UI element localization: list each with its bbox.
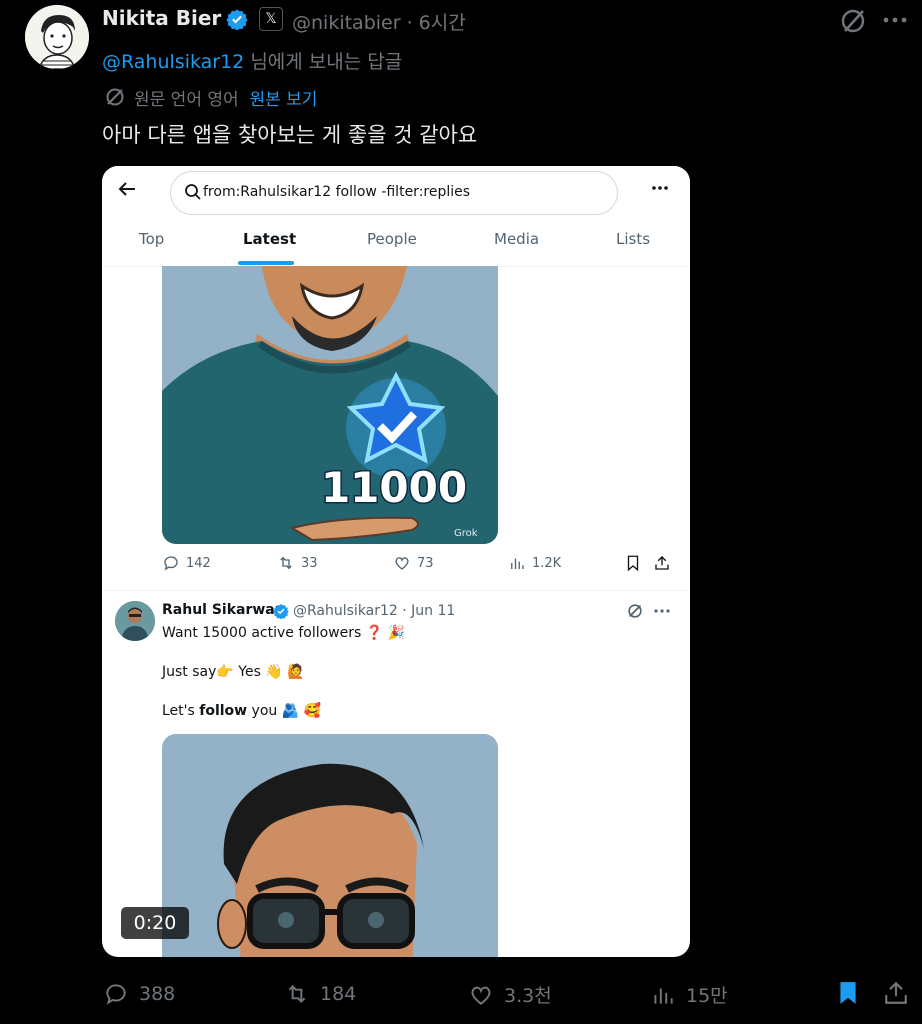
share-icon[interactable] [883,980,909,1006]
reply-video[interactable] [162,734,498,957]
show-original-link[interactable]: 원본 보기 [249,90,317,110]
translation-bar: 원문 언어 영어 원본 보기 [134,85,317,110]
more-icon[interactable] [650,178,670,198]
views-button[interactable]: 15만 [650,981,728,1008]
share-icon[interactable] [653,554,671,572]
views-icon [654,988,673,1004]
badge-number: 11000 [321,463,467,512]
verified-icon [226,9,248,30]
views-icon [511,558,524,569]
grok-icon[interactable] [626,602,644,620]
reply-text-line-2: Just say👉 Yes 👋 🙋 [162,664,305,680]
reply-icon [164,556,178,571]
tab-latest[interactable]: Latest [243,230,296,248]
inner-views-button[interactable]: 1.2K [508,554,561,572]
author-name[interactable]: Nikita Bier [102,6,221,30]
reply-icon [106,984,126,1005]
like-button[interactable]: 3.3천 [468,981,552,1008]
grok-translate-icon [106,88,124,106]
more-icon[interactable] [880,8,910,32]
replying-suffix: 님에게 보내는 답글 [244,51,403,73]
line3-bold: follow [199,703,248,719]
media-card[interactable]: from:Rahulsikar12 follow -filter:replies… [102,166,690,957]
line3-suffix: you 🫂 🥰 [247,703,322,719]
verified-icon [273,604,289,619]
search-input[interactable]: from:Rahulsikar12 follow -filter:replies [170,171,618,215]
repost-count: 184 [320,983,357,1005]
like-icon [395,557,409,570]
tab-top[interactable]: Top [139,230,164,248]
grok-icon[interactable] [838,6,868,36]
author-handle-time[interactable]: @nikitabier · 6시간 [292,8,466,35]
reply-button[interactable]: 388 [103,981,175,1007]
bookmark-icon[interactable] [624,554,642,572]
reply-count: 388 [139,983,176,1005]
translation-note: 원문 언어 영어 [134,90,239,110]
search-query: from:Rahulsikar12 follow -filter:replies [203,184,471,200]
video-timestamp: 0:20 [121,907,189,939]
author-avatar[interactable] [25,5,89,69]
more-icon[interactable] [652,602,672,620]
inner-like-button[interactable]: 73 [393,554,434,572]
inner-repost-count: 33 [301,555,318,571]
reply-author-name[interactable]: Rahul Sikarwar [162,602,282,618]
tab-people[interactable]: People [367,230,417,248]
inner-reply-button[interactable]: 142 [162,554,211,572]
reply-author-handle-date[interactable]: @Rahulsikar12 · Jun 11 [293,603,455,619]
repost-icon [288,985,306,1003]
search-header: from:Rahulsikar12 follow -filter:replies… [102,166,690,267]
mention-link[interactable]: @Rahulsikar12 [102,51,244,73]
reply-text-line-1: Want 15000 active followers ❓ 🎉 [162,625,406,641]
inner-reply-count: 142 [186,555,211,571]
bookmark-icon[interactable] [835,980,861,1006]
reply-author-avatar[interactable] [115,601,155,641]
tab-lists[interactable]: Lists [616,230,650,248]
like-count: 3.3천 [504,985,552,1007]
inner-repost-button[interactable]: 33 [277,554,318,572]
search-icon [185,184,201,200]
inner-like-count: 73 [417,555,434,571]
replying-to: @Rahulsikar12 님에게 보내는 답글 [102,47,402,74]
repost-button[interactable]: 184 [284,981,356,1007]
tab-media[interactable]: Media [494,230,539,248]
reply-text-line-3: Let's follow you 🫂 🥰 [162,703,321,719]
line3-prefix: Let's [162,703,200,719]
tweet-text: 아마 다른 앱을 찾아보는 게 좋을 것 같아요 [102,123,478,147]
views-count: 15만 [686,985,728,1007]
like-icon [471,986,491,1005]
x-affiliate-badge[interactable]: 𝕏 [259,7,283,31]
grok-watermark: Grok [454,528,478,539]
back-icon[interactable] [116,178,138,200]
repost-icon [280,556,292,570]
post-image[interactable]: 11000 Grok [162,266,498,544]
divider [102,590,690,591]
inner-views-count: 1.2K [532,555,562,571]
inner-action-bar: 142 33 73 1.2K [102,554,690,578]
active-tab-indicator [238,261,294,265]
